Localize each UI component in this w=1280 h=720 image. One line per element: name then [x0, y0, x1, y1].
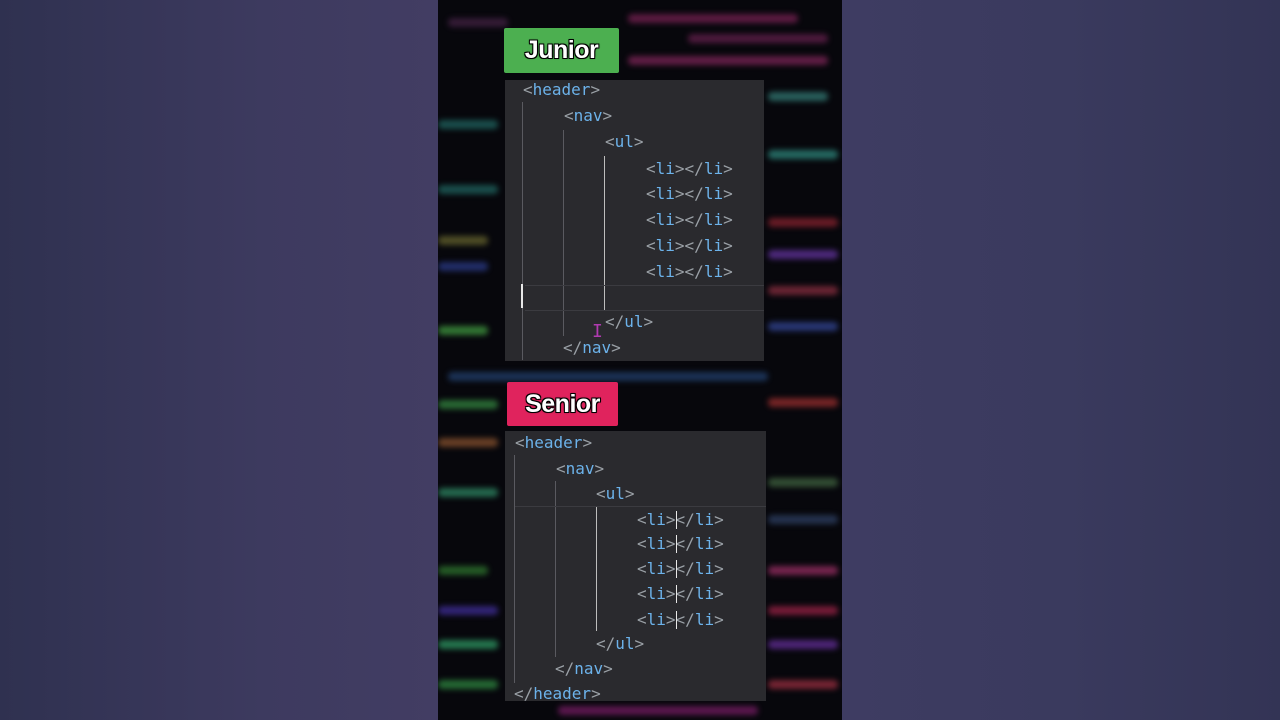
indent-guide [596, 507, 597, 631]
indent-guide [563, 130, 564, 336]
tag-name: ul [615, 634, 635, 653]
code-line: <nav> [564, 106, 613, 125]
tag-name: li [694, 510, 715, 529]
right-blur-background [842, 0, 1280, 720]
tag-name: li [646, 610, 666, 629]
tag-name: li [646, 510, 666, 529]
tag-name: li [703, 184, 724, 203]
tag-name: li [646, 584, 666, 603]
code-line: <li></li> [637, 510, 724, 529]
code-line: <li></li> [646, 210, 733, 229]
indent-guide [555, 481, 556, 657]
i-beam-cursor-icon: I [592, 321, 603, 342]
indent-guide [522, 102, 523, 360]
senior-badge: Senior [507, 382, 618, 426]
tag-name: li [694, 559, 715, 578]
multi-cursor-caret [676, 585, 677, 603]
code-line: <li></li> [646, 262, 733, 281]
junior-code-editor[interactable]: <header> <nav> <ul> <li></li> <li></li> … [505, 80, 764, 361]
code-line: <li></li> [637, 534, 724, 553]
code-line: <nav> [556, 459, 605, 478]
multi-cursor-caret [676, 511, 677, 529]
junior-badge: Junior [504, 28, 619, 73]
code-line: <ul> [605, 132, 644, 151]
code-line: <li></li> [637, 559, 724, 578]
code-line: </nav> [555, 659, 613, 678]
tag-name: li [655, 236, 675, 255]
tag-name: li [655, 184, 675, 203]
tag-name: li [694, 584, 715, 603]
code-line: <ul> [596, 484, 635, 503]
indent-guide [514, 455, 515, 683]
tag-name: li [694, 610, 715, 629]
tag-name: header [524, 433, 583, 452]
senior-code-editor[interactable]: <header> <nav> <ul> <li></li> <li></li> … [505, 431, 766, 703]
code-line: </header> [514, 684, 601, 703]
tag-name: li [703, 159, 724, 178]
tag-name: li [694, 534, 715, 553]
tag-name: nav [573, 106, 603, 125]
tag-name: header [532, 80, 591, 99]
tag-name: li [646, 534, 666, 553]
tag-name: ul [624, 312, 644, 331]
multi-cursor-caret [676, 535, 677, 553]
tag-name: li [655, 262, 675, 281]
tag-name: header [533, 684, 592, 703]
code-line: <li></li> [646, 159, 733, 178]
code-line: </ul> [605, 312, 654, 331]
tag-name: ul [614, 132, 634, 151]
junior-badge-label: Junior [524, 36, 599, 64]
multi-cursor-caret [676, 611, 677, 629]
tag-name: li [646, 559, 666, 578]
code-line: <header> [515, 433, 593, 452]
text-caret [521, 284, 523, 308]
tag-name: ul [605, 484, 625, 503]
current-line-highlight [525, 310, 764, 311]
tag-name: nav [574, 659, 604, 678]
code-line: </ul> [596, 634, 645, 653]
senior-badge-label: Senior [525, 389, 600, 418]
tag-name: li [703, 236, 724, 255]
code-line: <li></li> [637, 610, 724, 629]
indent-guide [604, 156, 605, 310]
current-line-highlight [515, 506, 766, 507]
current-line-highlight [525, 285, 764, 286]
tag-name: li [655, 159, 675, 178]
tag-name: li [655, 210, 675, 229]
multi-cursor-caret [676, 560, 677, 578]
left-blur-background [0, 0, 438, 720]
tag-name: li [703, 210, 724, 229]
tag-name: nav [565, 459, 595, 478]
code-line: <li></li> [646, 236, 733, 255]
tag-name: li [703, 262, 724, 281]
code-line: <li></li> [646, 184, 733, 203]
code-line: <li></li> [637, 584, 724, 603]
code-line: <header> [523, 80, 601, 99]
